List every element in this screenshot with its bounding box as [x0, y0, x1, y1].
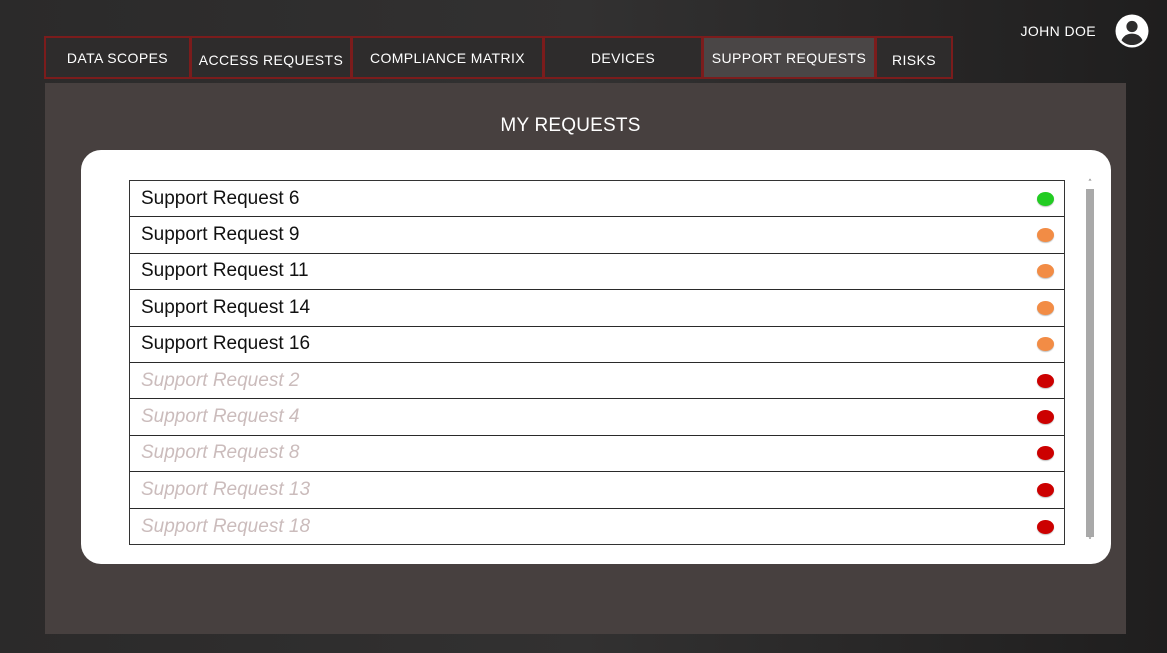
page-title: MY REQUESTS	[500, 115, 641, 136]
list-item[interactable]: Support Request 16	[130, 327, 1064, 363]
list-item[interactable]: Support Request 4	[130, 399, 1064, 436]
request-label: Support Request 9	[141, 224, 300, 246]
requests-card: Support Request 6 Support Request 9 Suppor…	[81, 150, 1111, 564]
scrollbar-thumb[interactable]	[1086, 189, 1094, 537]
status-indicator-icon	[1037, 482, 1054, 497]
status-indicator-icon	[1037, 300, 1054, 315]
request-label: Support Request 6	[141, 187, 300, 209]
request-label: Support Request 18	[141, 515, 311, 537]
list-item[interactable]: Support Request 6	[130, 181, 1064, 218]
tab-compliance-matrix[interactable]: COMPLIANCE MATRIX	[351, 36, 544, 79]
tab-access-requests[interactable]: ACCESS REQUESTS	[190, 36, 352, 79]
main-tabs: DATA SCOPES ACCESS REQUESTS COMPLIANCE M…	[44, 36, 953, 79]
list-item[interactable]: Support Request 11	[130, 254, 1064, 291]
chevron-up-icon[interactable]: ˄	[1085, 179, 1095, 189]
request-label: Support Request 8	[141, 442, 300, 464]
status-indicator-icon	[1037, 337, 1054, 352]
status-indicator-icon	[1037, 228, 1054, 243]
status-indicator-icon	[1037, 264, 1054, 279]
request-label: Support Request 14	[141, 296, 311, 318]
tab-devices[interactable]: DEVICES	[543, 36, 703, 79]
status-indicator-icon	[1037, 191, 1054, 206]
tab-support-requests[interactable]: SUPPORT REQUESTS	[702, 36, 876, 79]
list-item[interactable]: Support Request 14	[130, 290, 1064, 327]
request-label: Support Request 13	[141, 478, 311, 500]
request-label: Support Request 4	[141, 406, 300, 428]
status-indicator-icon	[1037, 519, 1054, 534]
status-indicator-icon	[1037, 410, 1054, 425]
list-item[interactable]: Support Request 18	[130, 509, 1064, 545]
request-label: Support Request 2	[141, 369, 300, 391]
request-label: Support Request 16	[141, 333, 311, 355]
account-circle-icon[interactable]	[1115, 14, 1149, 48]
chevron-down-icon[interactable]: ˅	[1085, 537, 1095, 547]
list-item[interactable]: Support Request 13	[130, 472, 1064, 509]
status-indicator-icon	[1037, 446, 1054, 461]
scrollbar[interactable]: ˄ ˅	[1085, 179, 1095, 547]
tab-risks[interactable]: RISKS	[875, 36, 953, 79]
list-item[interactable]: Support Request 8	[130, 436, 1064, 473]
request-list: Support Request 6 Support Request 9 Suppor…	[129, 180, 1065, 545]
list-item[interactable]: Support Request 9	[130, 217, 1064, 254]
tab-data-scopes[interactable]: DATA SCOPES	[44, 36, 191, 79]
user-name: JOHN DOE	[1020, 23, 1096, 39]
user-menu[interactable]: JOHN DOE	[1020, 13, 1149, 49]
status-indicator-icon	[1037, 373, 1054, 388]
main-panel: MY REQUESTS Support Request 6 Support Req…	[45, 83, 1126, 634]
request-label: Support Request 11	[141, 260, 309, 282]
list-item[interactable]: Support Request 2	[130, 363, 1064, 400]
